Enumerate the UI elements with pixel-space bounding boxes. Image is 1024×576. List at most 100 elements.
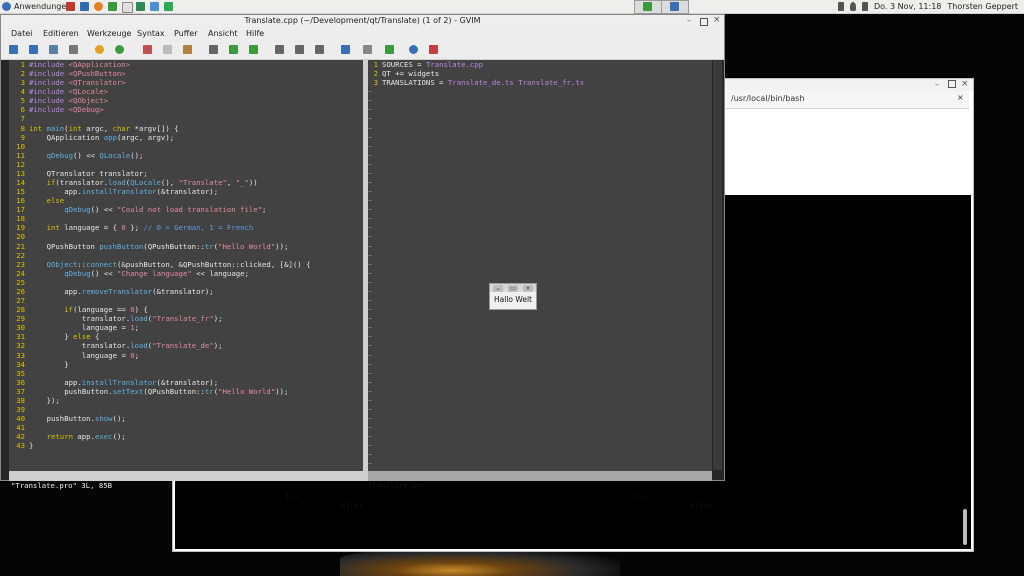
open-icon[interactable] [9,45,18,54]
firefox-icon[interactable] [94,2,103,11]
help-icon[interactable] [409,45,418,54]
right-status-line: Translate.pro 1,1 Alles [368,471,712,510]
empty-line-marker: ~ [368,341,373,351]
menu-datei[interactable]: Datei [11,29,32,38]
gvim-maximize-icon[interactable] [700,18,708,26]
maximize-icon[interactable] [948,80,956,88]
save-icon[interactable] [29,45,38,54]
empty-line-marker: ~ [368,414,373,424]
code-line: 29 translator.load("Translate_fr"); [9,314,363,323]
code-line: 38 }); [9,396,363,405]
gvim-window[interactable]: Translate.cpp (~/Development/qt/Translat… [0,14,725,510]
launcher-icon-7[interactable] [150,2,159,11]
shell-icon[interactable] [363,45,372,54]
close-icon[interactable]: × [961,79,969,89]
line-number: 26 [16,286,25,296]
find-help-icon[interactable] [429,45,438,54]
launcher-icon-1[interactable] [66,2,75,11]
launcher-icon-8[interactable] [164,2,173,11]
run-script-icon[interactable] [315,45,324,54]
clock[interactable]: Do. 3 Nov, 11:18 [874,2,941,11]
line-number: 2 [20,69,25,79]
wallpaper-graphic [340,548,620,576]
system-tray: Do. 3 Nov, 11:18 Thorsten Geppert [838,1,1018,12]
dialog-maximize-icon[interactable]: ▭ [508,285,518,292]
code-line: 37 pushButton.setText(QPushButton::tr("H… [9,387,363,396]
right-status-file: Translate.pro [368,481,426,490]
hallo-welt-button[interactable]: Hallo Welt [490,295,536,304]
dialog-close-icon[interactable]: × [523,285,533,292]
gvim-minimize-icon[interactable]: – [687,16,691,25]
line-number: 31 [16,332,25,342]
empty-line-marker: ~ [368,232,373,242]
dialog-minimize-icon[interactable]: ⌄ [493,285,503,292]
line-number: 40 [16,414,25,424]
empty-line-marker: ~ [368,250,373,260]
document-icon[interactable] [122,2,133,13]
launcher-icon-6[interactable] [136,2,145,11]
code-line: 1 #include <QApplication> [9,60,363,69]
line-number: 4 [20,87,25,97]
line-number: 1 [373,60,378,69]
code-line: 32 translator.load("Translate_de"); [9,341,363,350]
minimize-icon[interactable]: – [935,80,939,89]
line-number: 1 [20,60,25,69]
launcher-icon-2[interactable] [80,2,89,11]
menu-editieren[interactable]: Editieren [43,29,79,38]
code-line: 30 language = 1; [9,323,363,332]
terminal-tab-title: /usr/local/bin/bash [731,94,805,103]
paste-icon[interactable] [183,45,192,54]
replace-icon[interactable] [209,45,218,54]
make-icon[interactable] [341,45,350,54]
copy-icon[interactable] [163,45,172,54]
terminal-scrollbar[interactable] [963,509,967,545]
line-number: 38 [16,395,25,405]
pro-line: 1 SOURCES = Translate.cpp [368,60,712,69]
line-number: 3 [20,78,25,88]
undo-icon[interactable] [95,45,104,54]
code-line: 2 #include <QPushButton> [9,69,363,78]
tab-close-icon[interactable]: × [957,93,964,102]
launcher-icon-4[interactable] [108,2,117,11]
dialog-titlebar[interactable]: ⌄ ▭ × [490,284,536,292]
empty-line-marker: ~ [368,332,373,342]
redo-icon[interactable] [115,45,124,54]
gvim-title[interactable]: Translate.cpp (~/Development/qt/Translat… [1,15,724,27]
load-session-icon[interactable] [275,45,284,54]
empty-line-marker: ~ [368,386,373,396]
cut-icon[interactable] [143,45,152,54]
empty-line-marker: ~ [368,323,373,333]
menu-hilfe[interactable]: Hilfe [246,29,264,38]
save-all-icon[interactable] [49,45,58,54]
gvim-scrollbar[interactable] [713,60,722,470]
taskbar-gvim-button[interactable] [634,0,662,14]
code-line: 27 [9,296,363,305]
empty-line-marker: ~ [368,404,373,414]
taskbar-terminal-button[interactable] [661,0,689,14]
code-line: 8 int main(int argc, char *argv[]) { [9,124,363,133]
hallo-welt-window[interactable]: ⌄ ▭ × Hallo Welt [489,283,537,310]
line-number: 10 [16,141,25,151]
menu-syntax[interactable]: Syntax [137,29,165,38]
menu-werkzeuge[interactable]: Werkzeuge [87,29,131,38]
notification-bell-icon[interactable] [850,2,856,11]
applications-menu[interactable]: Anwendungen [2,1,71,12]
line-number: 3 [373,78,378,88]
line-number: 22 [16,250,25,260]
volume-icon[interactable] [838,2,844,11]
gvim-close-icon[interactable]: × [713,15,721,25]
find-next-icon[interactable] [229,45,238,54]
network-icon[interactable] [862,2,868,11]
find-prev-icon[interactable] [249,45,258,54]
command-line[interactable]: "Translate.pro" 3L, 85B [11,481,112,490]
terminal-tab[interactable]: /usr/local/bin/bash × [725,91,969,109]
tag-jump-icon[interactable] [385,45,394,54]
save-session-icon[interactable] [295,45,304,54]
left-editor-pane[interactable]: 1 #include <QApplication> 2 #include <QPush… [9,60,363,471]
user-name[interactable]: Thorsten Geppert [947,2,1018,11]
menu-puffer[interactable]: Puffer [174,29,197,38]
menu-ansicht[interactable]: Ansicht [208,29,238,38]
code-line: 11 qDebug() << QLocale(); [9,151,363,160]
print-icon[interactable] [69,45,78,54]
right-editor-pane[interactable]: 1 SOURCES = Translate.cpp 2 QT += widgets 3 T… [368,60,712,471]
